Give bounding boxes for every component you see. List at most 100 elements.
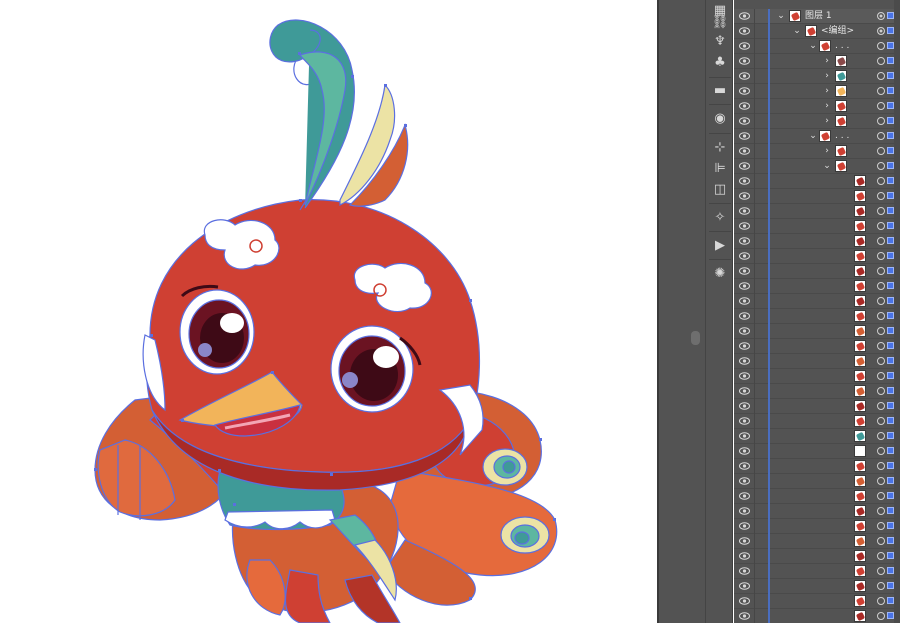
target-circle-icon[interactable] [877, 27, 885, 35]
sublayer-row[interactable] [734, 339, 900, 354]
target-circle-icon[interactable] [877, 267, 885, 275]
visibility-eye-icon[interactable] [739, 372, 750, 380]
visibility-eye-icon[interactable] [739, 492, 750, 500]
target-circle-icon[interactable] [877, 342, 885, 350]
visibility-eye-icon[interactable] [739, 147, 750, 155]
selection-square-icon[interactable] [887, 387, 894, 394]
visibility-eye-icon[interactable] [739, 612, 750, 620]
visibility-eye-icon[interactable] [739, 552, 750, 560]
collapse-chevron-icon[interactable]: ⌄ [808, 130, 818, 142]
visibility-eye-icon[interactable] [739, 27, 750, 35]
visibility-eye-icon[interactable] [739, 447, 750, 455]
links-icon[interactable]: ⛓ [710, 12, 730, 32]
visibility-eye-icon[interactable] [739, 402, 750, 410]
target-circle-icon[interactable] [877, 462, 885, 470]
sublayer-row[interactable] [734, 444, 900, 459]
selection-square-icon[interactable] [887, 87, 894, 94]
collapse-chevron-icon[interactable]: ⌄ [792, 25, 802, 37]
selection-square-icon[interactable] [887, 312, 894, 319]
selection-square-icon[interactable] [887, 57, 894, 64]
visibility-eye-icon[interactable] [739, 432, 750, 440]
visibility-eye-icon[interactable] [739, 207, 750, 215]
visibility-eye-icon[interactable] [739, 57, 750, 65]
expand-chevron-icon[interactable]: › [822, 85, 832, 97]
sublayer-row[interactable] [734, 579, 900, 594]
sublayer-row[interactable] [734, 204, 900, 219]
target-circle-icon[interactable] [877, 147, 885, 155]
selection-square-icon[interactable] [887, 282, 894, 289]
target-circle-icon[interactable] [877, 567, 885, 575]
visibility-eye-icon[interactable] [739, 87, 750, 95]
visibility-eye-icon[interactable] [739, 72, 750, 80]
selection-square-icon[interactable] [887, 357, 894, 364]
sublayer-row[interactable] [734, 489, 900, 504]
sublayer-row[interactable] [734, 324, 900, 339]
expand-chevron-icon[interactable]: › [822, 115, 832, 127]
actions-icon[interactable]: ▶ [710, 235, 730, 255]
visibility-eye-icon[interactable] [739, 177, 750, 185]
target-circle-icon[interactable] [877, 357, 885, 365]
selection-square-icon[interactable] [887, 612, 894, 619]
visibility-eye-icon[interactable] [739, 117, 750, 125]
sublayer-row[interactable] [734, 189, 900, 204]
selection-square-icon[interactable] [887, 597, 894, 604]
visibility-eye-icon[interactable] [739, 252, 750, 260]
sublayer-row[interactable] [734, 369, 900, 384]
visibility-eye-icon[interactable] [739, 267, 750, 275]
selection-square-icon[interactable] [887, 297, 894, 304]
visibility-eye-icon[interactable] [739, 282, 750, 290]
selection-square-icon[interactable] [887, 237, 894, 244]
appearance-icon[interactable]: ◉ [710, 108, 730, 128]
selection-square-icon[interactable] [887, 447, 894, 454]
expand-chevron-icon[interactable]: › [822, 55, 832, 67]
selection-square-icon[interactable] [887, 147, 894, 154]
selection-square-icon[interactable] [887, 417, 894, 424]
sublayer-row[interactable] [734, 399, 900, 414]
target-circle-icon[interactable] [877, 582, 885, 590]
visibility-eye-icon[interactable] [739, 102, 750, 110]
sublayer-row[interactable] [734, 564, 900, 579]
sublayer-row[interactable] [734, 384, 900, 399]
target-circle-icon[interactable] [877, 387, 885, 395]
target-circle-icon[interactable] [877, 477, 885, 485]
selection-square-icon[interactable] [887, 477, 894, 484]
target-circle-icon[interactable] [877, 57, 885, 65]
sublayer-row[interactable]: › [734, 54, 900, 69]
visibility-eye-icon[interactable] [739, 417, 750, 425]
target-circle-icon[interactable] [877, 132, 885, 140]
dock-resize-handle[interactable] [691, 331, 700, 345]
target-circle-icon[interactable] [877, 177, 885, 185]
sublayer-row[interactable]: › [734, 144, 900, 159]
visibility-eye-icon[interactable] [739, 222, 750, 230]
target-circle-icon[interactable] [877, 72, 885, 80]
sublayer-row[interactable]: ⌄ . . . [734, 39, 900, 54]
sublayer-row[interactable] [734, 354, 900, 369]
sublayer-row[interactable] [734, 459, 900, 474]
visibility-eye-icon[interactable] [739, 522, 750, 530]
selection-square-icon[interactable] [887, 402, 894, 409]
transform-icon[interactable]: ⊹ [710, 137, 730, 157]
sublayer-row[interactable]: ⌄ <编组> [734, 24, 900, 39]
sublayer-row[interactable]: › [734, 69, 900, 84]
selection-square-icon[interactable] [887, 462, 894, 469]
target-circle-icon[interactable] [877, 432, 885, 440]
sublayer-row[interactable] [734, 294, 900, 309]
phoenix-chick-artwork[interactable]: .o { stroke: #5b6fe0; stroke-width: 1.2;… [0, 0, 657, 623]
align-icon[interactable]: ⊫ [710, 158, 730, 178]
visibility-eye-icon[interactable] [739, 12, 750, 20]
sublayer-row[interactable] [734, 219, 900, 234]
sublayer-row[interactable] [734, 549, 900, 564]
selection-square-icon[interactable] [887, 537, 894, 544]
collapse-chevron-icon[interactable]: ⌄ [808, 40, 818, 52]
visibility-eye-icon[interactable] [739, 462, 750, 470]
selection-square-icon[interactable] [887, 177, 894, 184]
collapse-chevron-icon[interactable]: ⌄ [776, 10, 786, 22]
target-circle-icon[interactable] [877, 222, 885, 230]
visibility-eye-icon[interactable] [739, 582, 750, 590]
selection-square-icon[interactable] [887, 192, 894, 199]
sublayer-row[interactable]: › [734, 114, 900, 129]
selection-square-icon[interactable] [887, 342, 894, 349]
sublayer-row[interactable] [734, 504, 900, 519]
target-circle-icon[interactable] [877, 327, 885, 335]
target-circle-icon[interactable] [877, 492, 885, 500]
